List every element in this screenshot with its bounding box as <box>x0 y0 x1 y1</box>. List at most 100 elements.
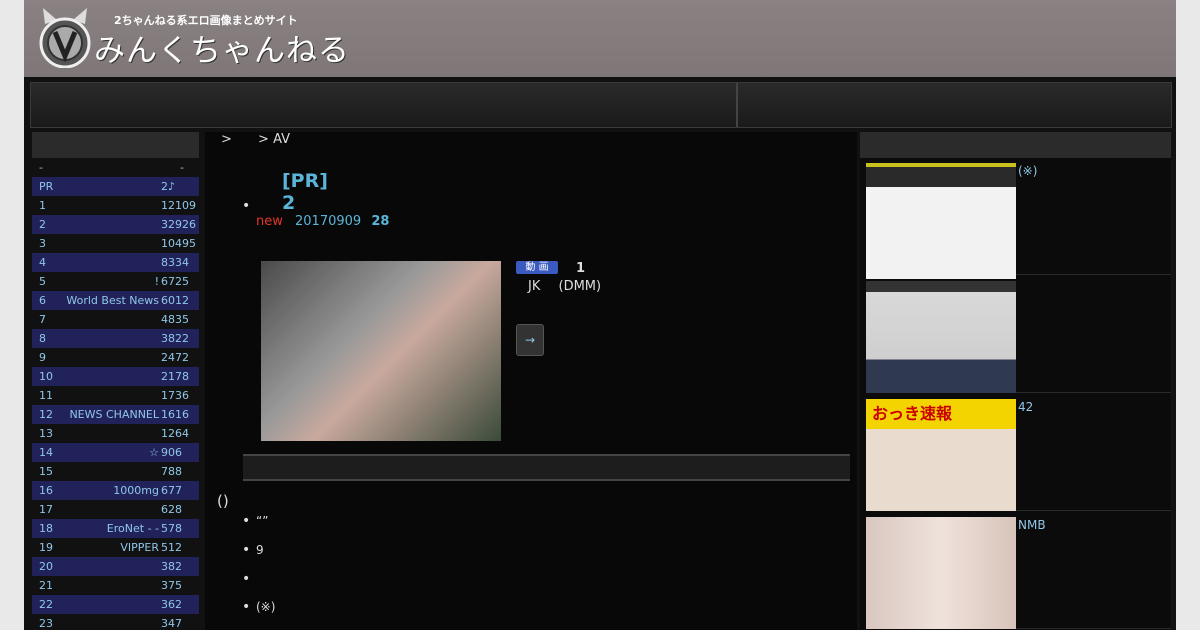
ranking-row[interactable]: 11 1736 <box>32 386 199 405</box>
ranking-rank: 21 <box>39 579 53 592</box>
ranking-site-name[interactable]: 1000mg <box>113 481 159 500</box>
ranking-row[interactable]: 19 VIPPER 512 <box>32 538 199 557</box>
sidebar-link-label[interactable]: (※) <box>1018 164 1037 178</box>
sidebar-link-label[interactable]: 42 <box>1018 400 1033 414</box>
ranking-rank: 1 <box>39 199 46 212</box>
related-item[interactable]: 9 <box>256 543 264 557</box>
bullet-icon: • <box>242 542 251 558</box>
ranking-rank: 5 <box>39 275 46 288</box>
ranking-rank: 9 <box>39 351 46 364</box>
sidebar-link-item[interactable]: (※) <box>866 158 1171 279</box>
sidebar-thumbnail[interactable] <box>866 163 1016 279</box>
ranking-rank: 16 <box>39 484 53 497</box>
ranking-rank: 2 <box>39 218 46 231</box>
ranking-row[interactable]: 23 347 <box>32 614 199 630</box>
ranking-row[interactable]: 22 362 <box>32 595 199 614</box>
ranking-row[interactable]: 14 ☆ 906 <box>32 443 199 462</box>
right-sidebar: (※) おっき速報 42 NMB <box>860 132 1171 630</box>
ranking-rank: 3 <box>39 237 46 250</box>
sidebar-link-label[interactable]: NMB <box>1018 518 1046 532</box>
ranking-rank: 10 <box>39 370 53 383</box>
breadcrumb-category[interactable]: > AV <box>258 132 290 147</box>
main-content: > > AV • [PR] 2 new 20170909 28 動 画 1 JK… <box>205 132 857 630</box>
ranking-row[interactable]: 20 382 <box>32 557 199 576</box>
next-arrow-button[interactable]: → <box>516 324 544 356</box>
ranking-site-name[interactable]: ☆ <box>149 443 159 462</box>
ranking-row[interactable]: 9 2472 <box>32 348 199 367</box>
ranking-rank: 23 <box>39 617 53 630</box>
video-count: 1 <box>576 261 586 276</box>
ranking-row[interactable]: 16 1000mg 677 <box>32 481 199 500</box>
related-item[interactable]: (※) <box>256 600 275 614</box>
ranking-count: 10495 <box>161 237 196 250</box>
ranking-count: 8334 <box>161 256 189 269</box>
ranking-count: 906 <box>161 446 182 459</box>
ranking-row[interactable]: PR 2♪ <box>32 177 199 196</box>
sidebar-thumbnail[interactable]: おっき速報 <box>866 399 1016 511</box>
ranking-rank: 14 <box>39 446 53 459</box>
ranking-site-name[interactable]: World Best News <box>66 291 159 310</box>
entry-thumbnail[interactable] <box>261 261 501 441</box>
ranking-row[interactable]: 2 32926 <box>32 215 199 234</box>
ranking-rank: 8 <box>39 332 46 345</box>
ranking-count: 32926 <box>161 218 196 231</box>
ranking-site-name[interactable]: EroNet - - <box>107 519 159 538</box>
ranking-site-name[interactable]: VIPPER <box>120 538 159 557</box>
site-title[interactable]: みんくちゃんねる <box>94 25 350 70</box>
ranking-count: 362 <box>161 598 182 611</box>
ranking-row[interactable]: 13 1264 <box>32 424 199 443</box>
sidebar-thumbnail[interactable] <box>866 281 1016 393</box>
ranking-row[interactable]: 1 12109 <box>32 196 199 215</box>
ranking-row[interactable]: 10 2178 <box>32 367 199 386</box>
video-label[interactable]: JK (DMM) <box>528 279 601 294</box>
ranking-row[interactable]: 18 EroNet - -578 <box>32 519 199 538</box>
ranking-row[interactable]: 7 4835 <box>32 310 199 329</box>
site-header: 2ちゃんねる系エロ画像まとめサイト みんくちゃんねる <box>24 0 1176 77</box>
comment-count[interactable]: 28 <box>371 214 389 229</box>
bullet-icon: • <box>242 198 251 214</box>
right-sidebar-header <box>860 132 1171 158</box>
ranking-row[interactable]: 21 375 <box>32 576 199 595</box>
ranking-list: PR 2♪ 1 12109 2 32926 3 10495 4 8334 5! 6725 6 World … <box>32 177 199 630</box>
ranking-count: 12109 <box>161 199 196 212</box>
bullet-icon: • <box>242 513 251 529</box>
ranking-count: 1264 <box>161 427 189 440</box>
ranking-rank: 11 <box>39 389 53 402</box>
nav-divider <box>736 83 738 127</box>
sidebar-link-item[interactable] <box>866 276 1171 393</box>
related-title: () <box>217 492 229 510</box>
entry-title[interactable]: [PR] 2 <box>282 170 328 214</box>
ranking-count: 1736 <box>161 389 189 402</box>
ranking-count: 628 <box>161 503 182 516</box>
ranking-count: 382 <box>161 560 182 573</box>
ranking-sidebar: - - PR 2♪ 1 12109 2 32926 3 10495 4 8334 5! 6725 6 Wo… <box>32 132 199 630</box>
ranking-count: 2178 <box>161 370 189 383</box>
ranking-row[interactable]: 5! 6725 <box>32 272 199 291</box>
ranking-row[interactable]: 12 NEWS CHANNEL 1616 <box>32 405 199 424</box>
ranking-count: 1616 <box>161 408 189 421</box>
ranking-count: 347 <box>161 617 182 630</box>
sidebar-link-item[interactable]: おっき速報 42 <box>866 394 1171 511</box>
ranking-row[interactable]: 6 World Best News 6012 <box>32 291 199 310</box>
ranking-site-name[interactable]: NEWS CHANNEL <box>69 405 159 424</box>
video-badge: 動 画 <box>516 261 558 274</box>
ranking-row[interactable]: 17 628 <box>32 500 199 519</box>
ranking-row[interactable]: 3 10495 <box>32 234 199 253</box>
ranking-rank: 4 <box>39 256 46 269</box>
sidebar-thumbnail[interactable] <box>866 517 1016 629</box>
ranking-row[interactable]: 4 8334 <box>32 253 199 272</box>
ranking-count: 2♪ <box>161 180 176 193</box>
sidebar-link-item[interactable]: NMB <box>866 512 1171 629</box>
logo-icon[interactable] <box>37 6 93 68</box>
ranking-row[interactable]: 15 788 <box>32 462 199 481</box>
breadcrumb-home[interactable]: > <box>221 132 232 147</box>
ranking-rank: 17 <box>39 503 53 516</box>
ranking-count: 788 <box>161 465 182 478</box>
ranking-rank: 18 <box>39 522 53 535</box>
ranking-header <box>32 132 199 158</box>
ranking-subheader: - - <box>39 161 184 174</box>
ranking-count: 6012 <box>161 294 189 307</box>
ranking-site-name[interactable]: ! <box>155 272 159 291</box>
ranking-row[interactable]: 8 3822 <box>32 329 199 348</box>
related-item[interactable]: “” <box>256 514 268 528</box>
